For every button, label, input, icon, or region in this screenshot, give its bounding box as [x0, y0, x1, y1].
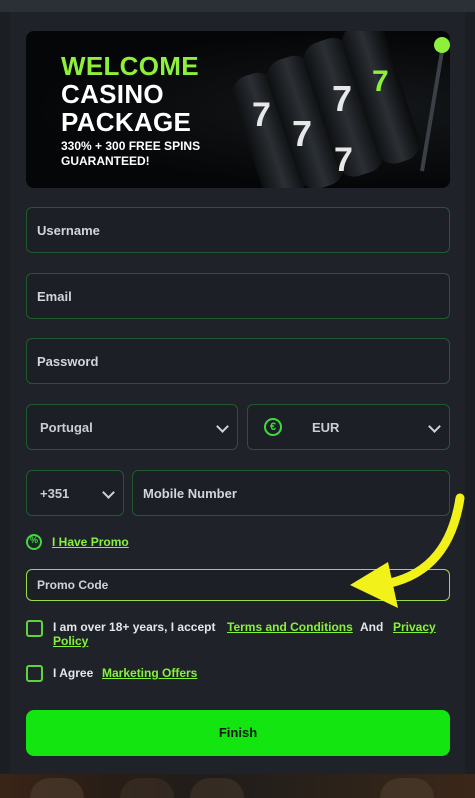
finish-button[interactable]: Finish — [26, 710, 450, 756]
dial-code-select[interactable]: +351 — [26, 470, 124, 516]
welcome-banner: WELCOME CASINO PACKAGE 330% + 300 FREE S… — [26, 31, 450, 188]
email-field[interactable]: Email — [26, 273, 450, 319]
annotation-arrow-icon — [350, 493, 465, 608]
chevron-down-icon — [102, 486, 115, 499]
slot-machine-icon: 7 7 7 7 7 — [232, 31, 450, 188]
terms-text: I am over 18+ years, I accept — [53, 620, 216, 634]
country-value: Portugal — [40, 420, 93, 435]
privacy-link-continued[interactable]: Policy — [53, 634, 88, 648]
have-promo-link[interactable]: I Have Promo — [52, 535, 129, 549]
banner-offer: 330% + 300 FREE SPINS — [61, 139, 201, 153]
email-placeholder: Email — [37, 289, 72, 304]
svg-text:7: 7 — [252, 96, 271, 134]
svg-text:7: 7 — [332, 78, 352, 119]
chevron-down-icon — [216, 420, 229, 433]
banner-title-casino: CASINO — [61, 79, 164, 109]
username-field[interactable]: Username — [26, 207, 450, 253]
password-field[interactable]: Password — [26, 338, 450, 384]
euro-icon: € — [264, 418, 282, 436]
promo-placeholder: Promo Code — [37, 578, 109, 592]
top-bar — [0, 0, 475, 12]
privacy-link[interactable]: Privacy — [393, 620, 436, 634]
banner-title-welcome: WELCOME — [61, 51, 199, 81]
dial-code-value: +351 — [40, 486, 70, 501]
currency-value: EUR — [312, 420, 340, 435]
chevron-down-icon — [428, 420, 441, 433]
terms-and-text: And — [360, 620, 384, 634]
terms-link[interactable]: Terms and Conditions — [227, 620, 353, 634]
svg-text:7: 7 — [372, 65, 389, 98]
banner-title-package: PACKAGE — [61, 107, 192, 137]
username-placeholder: Username — [37, 223, 100, 238]
svg-text:7: 7 — [292, 113, 312, 154]
country-select[interactable]: Portugal — [26, 404, 238, 450]
currency-select[interactable]: € EUR — [247, 404, 450, 450]
terms-checkbox[interactable] — [26, 620, 43, 637]
svg-text:7: 7 — [334, 141, 353, 179]
banner-guarantee: GUARANTEED! — [61, 154, 150, 168]
mobile-placeholder: Mobile Number — [143, 486, 237, 501]
promo-icon[interactable] — [26, 534, 42, 550]
password-placeholder: Password — [37, 354, 99, 369]
background-strip — [0, 774, 475, 798]
marketing-offers-link[interactable]: Marketing Offers — [102, 666, 197, 680]
agree-text: I Agree — [53, 666, 94, 680]
marketing-checkbox[interactable] — [26, 665, 43, 682]
